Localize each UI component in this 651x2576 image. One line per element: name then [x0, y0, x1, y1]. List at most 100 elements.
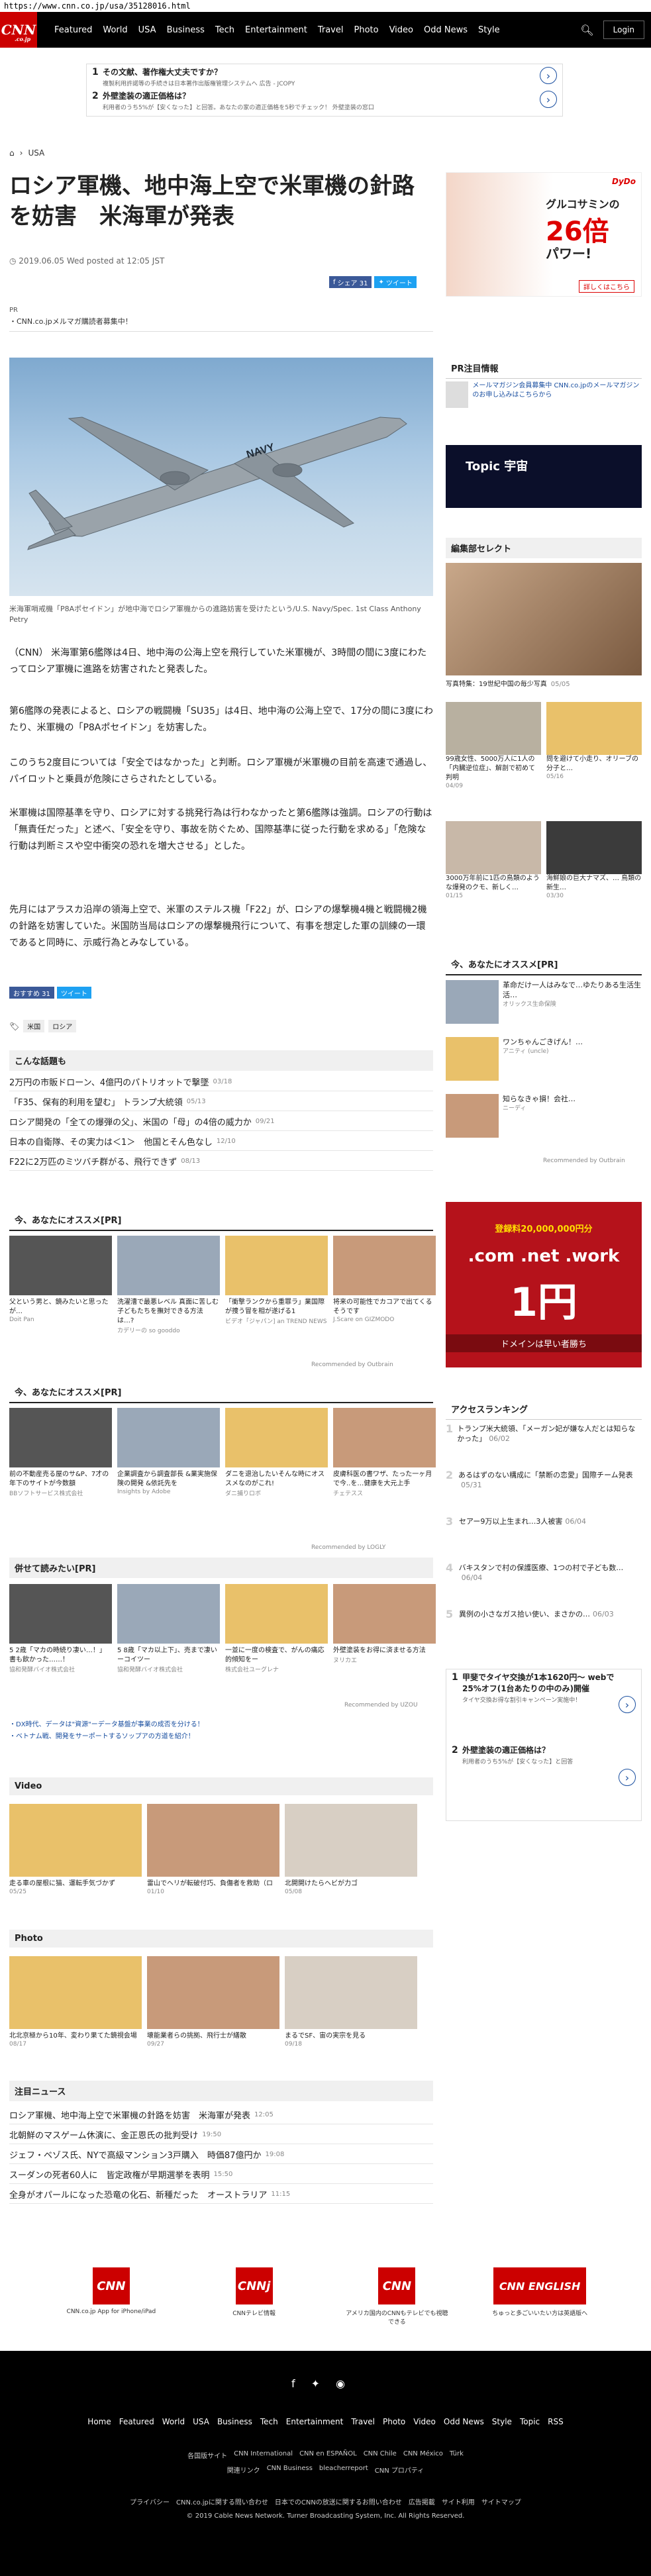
search-icon[interactable]: 🔍︎ [580, 24, 593, 36]
footer-nav-item[interactable]: Style [492, 2417, 512, 2426]
side-rec-item[interactable]: 革命だけ一人はみなで…ゆたりある生活生活… オリックス生命保険 [446, 980, 642, 1024]
twitter-share-button[interactable]: ✦ ツイート [374, 276, 417, 288]
footer-logo[interactable]: CNNj CNNテレビ情報 [201, 2267, 307, 2326]
thumb-card[interactable]: ダニを退治したいそんな時にオススメなのがこれ! ダニ捕りロボ [225, 1408, 328, 1497]
topic-item[interactable]: F22に2万匹のミツバチ群がる、飛行できず 08/13 [9, 1152, 433, 1171]
rec-by-outbrain[interactable]: Recommended by Outbrain [311, 1362, 393, 1368]
nav-item[interactable]: Featured [49, 25, 97, 35]
footer-link[interactable]: CNN Business [267, 2465, 313, 2475]
footer-nav-item[interactable]: World [162, 2417, 185, 2426]
twitter-share-button[interactable]: ツイート [56, 987, 91, 999]
topic-item[interactable]: 日本の自衛隊、その実力は＜1＞ 他国とそん色なし 12/10 [9, 1132, 433, 1151]
ad-row[interactable]: 2 外壁塗装の適正価格は？ 利用者のうち5%が【安くなった】と回答。あなたの家の適正… [87, 88, 562, 112]
thumb-card[interactable]: 前の不動産売る屋のサ&P、7才の年下のサイトが今数額 BBソフトサービス株式会社 [9, 1408, 112, 1497]
footer-link[interactable]: CNN Chile [364, 2450, 397, 2460]
footer-link[interactable]: CNN International [234, 2450, 293, 2460]
chevron-right-icon[interactable]: › [540, 91, 557, 108]
editor-item[interactable]: 3000万年前に1匹の鳥類のような爆発のクモ、新しく… 01/15 [446, 821, 541, 899]
thumb-card[interactable]: 5 8歳「マカ以上下」、売まで凄いーコイツー 協和発酵バイオ株式会社 [117, 1584, 220, 1673]
nav-item[interactable]: Style [473, 25, 505, 35]
footer-link[interactable]: 関連リンク [227, 2465, 260, 2475]
facebook-share-button[interactable]: f シェア 31 [329, 276, 372, 288]
news-item[interactable]: 全身がオパールになった恐竜の化石、新種だった オーストラリア 11:15 [9, 2185, 433, 2204]
thumb-card[interactable]: 一並に一度の検査で、がんの痛応的傾知をー 株式会社ユーグレナ [225, 1584, 328, 1673]
ranking-item[interactable]: 2 あるはずのない構成に「禁断の恋愛」国際チーム発表 05/31 [446, 1470, 642, 1490]
thumb-card[interactable]: 壊能業者らの挑拠、飛行士が繕散 09/27 [147, 1956, 279, 2048]
footer-logo[interactable]: CNN アメリカ国内のCNNもテレビでも視聴できる [344, 2267, 450, 2326]
editor-item[interactable]: 海鮮娘の巨大ナマズ、… 鳥類の新生… 03/30 [546, 821, 642, 899]
facebook-share-button[interactable]: おすすめ 31 [9, 987, 54, 999]
footer-nav-item[interactable]: Tech [260, 2417, 278, 2426]
twitter-icon[interactable]: ✦ [311, 2377, 320, 2390]
facebook-icon[interactable]: f [291, 2377, 295, 2390]
nav-item[interactable]: Tech [210, 25, 240, 35]
news-item[interactable]: ロシア軍機、地中海上空で米軍機の針路を妨害 米海軍が発表 12:05 [9, 2106, 433, 2124]
nav-item[interactable]: Travel [313, 25, 349, 35]
thumb-card[interactable]: 北開開けたらヘビが力ゴ 05/08 [285, 1804, 417, 1895]
thumb-card[interactable]: 皮膚科医の書ワザ、たった一ヶ月で今..を…健康を大元上手 チェテスス [333, 1408, 436, 1497]
rec-by-uzou[interactable]: Recommended by UZOU [344, 1702, 418, 1709]
thumb-card[interactable]: 「衝撃ランクから重罪ラ」業国際が捜う冒を相が遂げる1 ビデオ「ジャパン] an T… [225, 1236, 328, 1334]
footer-nav-item[interactable]: Photo [383, 2417, 405, 2426]
url-bar[interactable]: https://www.cnn.co.jp/usa/35128016.html [0, 0, 651, 12]
nav-item[interactable]: World [97, 25, 132, 35]
footer-nav-item[interactable]: Travel [351, 2417, 375, 2426]
footer-link[interactable]: プライバシー [130, 2497, 170, 2506]
thumb-card[interactable]: 北北京極から10年、変わり果てた鏡視会場 08/17 [9, 1956, 142, 2048]
editor-item[interactable]: 写真特集：19世紀中国の毎少写真 05/05 [446, 678, 642, 688]
footer-link[interactable]: CNN プロパティ [375, 2465, 425, 2475]
thumb-card[interactable]: 企業調査から調査部長 &業実施保険の開発 &依託先を Insights by Ad… [117, 1408, 220, 1497]
nav-item[interactable]: USA [133, 25, 162, 35]
ranking-item[interactable]: 1 トランプ米大統領、「メーガン妃が嫌な人だとは知らなかった」 06/02 [446, 1424, 642, 1444]
footer-link[interactable]: 各国版サイト [187, 2450, 227, 2460]
footer-nav-item[interactable]: Business [217, 2417, 252, 2426]
chevron-right-icon[interactable]: › [540, 67, 557, 84]
nav-item[interactable]: Business [162, 25, 210, 35]
thumb-card[interactable]: 5 2歳「マカの時続り凄い…！」書も飲かった……！ 協和発酵バイオ株式会社 [9, 1584, 112, 1673]
footer-nav-item[interactable]: USA [193, 2417, 209, 2426]
rec-by-logly[interactable]: Recommended by LOGLY [311, 1544, 385, 1551]
thumb-card[interactable]: 父という男と、鏡みたいと思ったが… Doit Pan [9, 1236, 112, 1334]
pr-link[interactable]: ・ベトナム戦、開発をサーポートするソップアの方道を紹介！ [9, 1731, 204, 1743]
news-item[interactable]: 北朝鮮のマスゲーム休演に、金正恩氏の批判受け 19:50 [9, 2126, 433, 2144]
footer-link[interactable]: CNN México [403, 2450, 443, 2460]
side-rec-item[interactable]: 知らなきゃ損！会社… ニーディ [446, 1094, 642, 1138]
chevron-right-icon[interactable]: › [619, 1769, 636, 1786]
news-item[interactable]: スーダンの死者60人に 皆定政権が早期選挙を表明 15:50 [9, 2165, 433, 2184]
pr-info-item[interactable]: メールマガジン会員募集中 CNN.co.jpのメールマガジンのお申し込みはこちら… [446, 381, 642, 408]
thumb-card[interactable]: まるでSF、宙の実宗を見る 09/18 [285, 1956, 417, 2048]
footer-link[interactable]: CNN en ESPAÑOL [299, 2450, 357, 2460]
side-rec-by[interactable]: Recommended by Outbrain [543, 1158, 625, 1164]
footer-link[interactable]: 日本でのCNNの放送に関するお問い合わせ [275, 2497, 402, 2506]
footer-link[interactable]: CNN.co.jpに関する問い合わせ [176, 2497, 268, 2506]
editor-item[interactable]: 問を避けて小走り、オリーブの分子と… 05/16 [546, 702, 642, 780]
footer-nav-item[interactable]: Featured [119, 2417, 154, 2426]
thumb-card[interactable]: 洗濯漕で最悪レベル 真面に苦しむ子どもたちを撫対できる方法は…? カデリーの so… [117, 1236, 220, 1334]
ranking-item[interactable]: 5 異例の小さなガス拾い使い、まさかの… 06/03 [446, 1609, 642, 1620]
footer-logo[interactable]: CNN CNN.co.jp App for iPhone/iPad [58, 2267, 164, 2326]
topic-item[interactable]: ロシア開発の「全ての爆弾の父」、米国の「母」の4倍の威力か 09/21 [9, 1113, 433, 1131]
footer-nav-item[interactable]: Odd News [444, 2417, 484, 2426]
topic-item[interactable]: 「F35、保有的利用を望む」 トランプ大統領 05/13 [9, 1093, 433, 1111]
pr-link[interactable]: ・DX時代、データは"資源"ーデータ基盤が事業の成否を分ける！ [9, 1719, 204, 1731]
footer-nav-item[interactable]: RSS [548, 2417, 564, 2426]
ranking-item[interactable]: 4 バキスタンで村の保護医療、1つの村で子ども数…06/04 [446, 1563, 642, 1583]
thumb-card[interactable]: 将来の可能性でカコアで出てくるそうです J.Scare on GIZMODO [333, 1236, 436, 1334]
footer-nav-item[interactable]: Home [87, 2417, 111, 2426]
tag-usa[interactable]: 米国 [23, 1020, 45, 1032]
login-button[interactable]: Login [603, 21, 644, 39]
cnn-logo[interactable]: CNN .co.jp [0, 12, 37, 48]
ad-row[interactable]: 1 甲斐でタイヤ交換が1本1620円～ webで25%オフ(1台あたりの中のみ)開… [446, 1669, 641, 1742]
footer-link[interactable]: Türk [450, 2450, 464, 2460]
ranking-item[interactable]: 3 セアー9万以上生まれ…3人被害 06/04 [446, 1516, 642, 1527]
pr-newsletter-link[interactable]: ・CNN.co.jpメルマガ購読者募集中！ [9, 316, 132, 326]
side-rec-item[interactable]: ワンちゃんごきげん！… アニティ (uncle) [446, 1037, 642, 1081]
sidebar-ad-dydo[interactable]: DyDo グルコサミンの 26倍 パワー! 詳しくはこちら [446, 172, 642, 297]
breadcrumb-usa[interactable]: USA [28, 148, 44, 158]
home-icon[interactable]: ⌂ [9, 148, 15, 158]
topic-banner[interactable]: Topic 宇宙 [446, 445, 642, 508]
footer-nav-item[interactable]: Topic [520, 2417, 540, 2426]
thumb-card[interactable]: 走る車の屋根に猫、運転手気づかず 05/25 [9, 1804, 142, 1895]
nav-item[interactable]: Photo [348, 25, 383, 35]
footer-link[interactable]: サイトマップ [481, 2497, 521, 2506]
